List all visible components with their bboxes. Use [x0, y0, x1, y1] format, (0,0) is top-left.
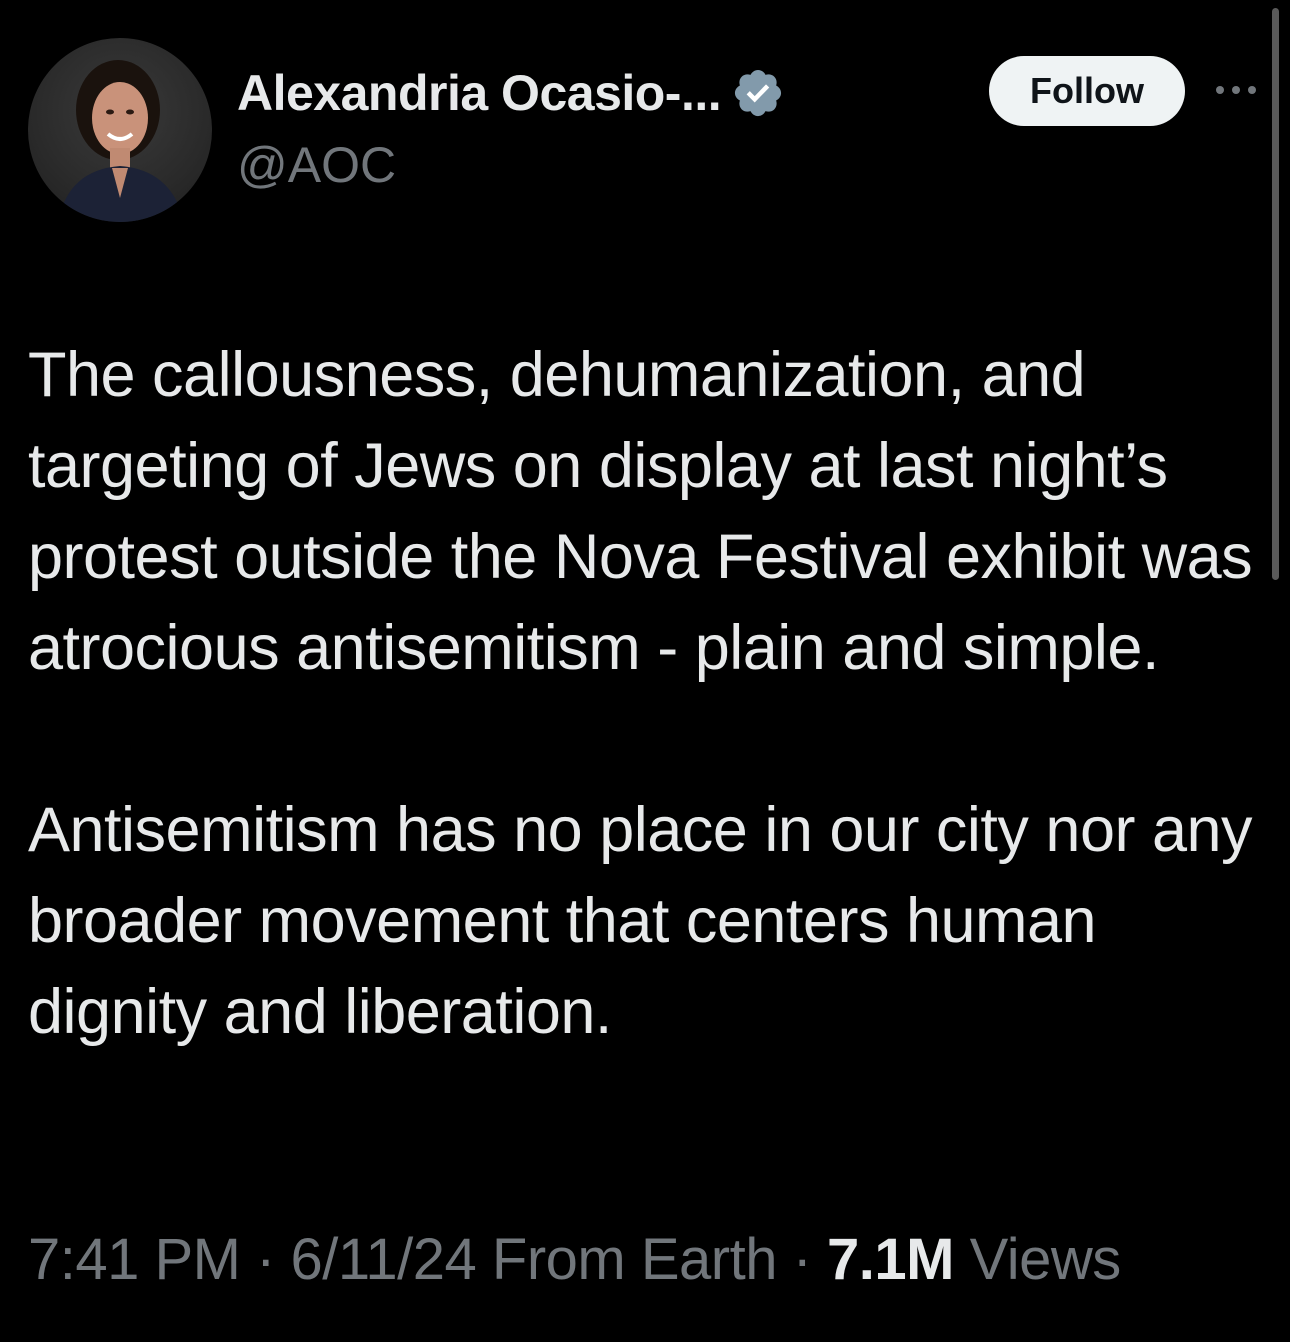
tweet-source: From Earth [491, 1227, 778, 1292]
tweet-paragraph: Antisemitism has no place in our city no… [28, 795, 1253, 1047]
views-label: Views [969, 1227, 1122, 1292]
tweet-text: The callousness, dehumanization, and tar… [28, 330, 1263, 1058]
tweet-time[interactable]: 7:41 PM [28, 1227, 241, 1292]
follow-button[interactable]: Follow [989, 56, 1185, 126]
tweet-date[interactable]: 6/11/24 [291, 1227, 477, 1292]
more-horizontal-icon[interactable] [1212, 78, 1260, 102]
avatar-image [58, 60, 184, 222]
views-count[interactable]: 7.1M [827, 1227, 954, 1292]
meta-separator: · [240, 1227, 291, 1292]
user-handle[interactable]: @AOC [237, 136, 785, 194]
tweet-paragraph: The callousness, dehumanization, and tar… [28, 340, 1253, 683]
verified-badge-icon[interactable] [731, 66, 785, 120]
name-row: Alexandria Ocasio-... [237, 62, 785, 124]
meta-separator: · [776, 1227, 827, 1292]
scrollbar[interactable] [1272, 8, 1279, 580]
avatar[interactable] [28, 38, 212, 222]
author-block: Alexandria Ocasio-... @AOC [237, 62, 785, 194]
tweet-meta: 7:41 PM · 6/11/24 From Earth · 7.1M View… [28, 1226, 1121, 1293]
display-name[interactable]: Alexandria Ocasio-... [237, 64, 722, 122]
tweet-card: Alexandria Ocasio-... @AOC Follow The ca… [0, 0, 1290, 1342]
